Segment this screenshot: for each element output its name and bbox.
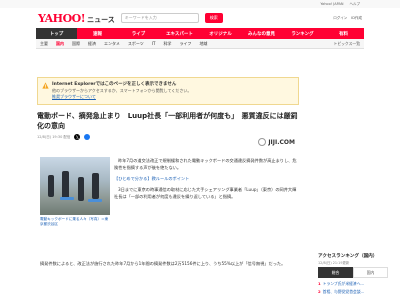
ranking-tab-domestic[interactable]: 国内 (353, 267, 388, 278)
ranking-item[interactable]: 2 首相、与野党党首会談... (318, 289, 388, 294)
ranking-header: アクセスランキング（国内） (318, 253, 388, 259)
facebook-share-icon[interactable] (84, 134, 91, 140)
search-input[interactable]: キーワードを入力 (120, 13, 199, 23)
tab-international[interactable]: 国際 (72, 41, 80, 47)
ranking-number: 2 (318, 289, 321, 294)
logo-subtext: ニュース (87, 15, 115, 24)
article-paragraph-2: 摘発件数によると、改正法が施行された昨年7月から1年間の摘発件数は2万5156件… (40, 261, 286, 266)
nav-item-paid[interactable]: 有料 (323, 28, 364, 39)
ranking-sidebar: アクセスランキング（国内） 12/8(日) 21:19更新 総合 国内 1 トラ… (318, 253, 388, 294)
logo-text: YAHOO! (38, 11, 86, 25)
tab-main[interactable]: 主要 (40, 41, 48, 47)
tab-economy[interactable]: 経済 (88, 41, 96, 47)
ranking-item[interactable]: 1 トランプ氏が米経済へ... (318, 281, 388, 286)
ranking-updated: 12/8(日) 21:19更新 (318, 261, 350, 265)
jiji-logo-icon (258, 138, 267, 146)
tab-entertainment[interactable]: エンタメ (104, 41, 120, 47)
ranking-text: 首相、与野党党首会談... (322, 289, 365, 294)
article-lead: 昨年7月の道交法改正で規制緩和された電動キックボードの交通違反摘発件数が高止まり… (114, 158, 297, 170)
topics-list-link[interactable]: トピックス一覧 (334, 41, 360, 47)
ranking-tabs: 総合 国内 (318, 267, 388, 278)
nav-item-expert[interactable]: エキスパート (159, 28, 200, 39)
search-button[interactable]: 検索 (204, 13, 223, 23)
ranking-number: 1 (318, 281, 321, 286)
warning-icon (42, 82, 49, 89)
login-link[interactable]: ログイン (333, 16, 347, 21)
article: 電動ボード、摘発急止まり Luup社長「一部利用者が何度も」 悪質違反には厳罰化… (37, 112, 299, 146)
tab-life[interactable]: ライフ (179, 41, 191, 47)
tab-it[interactable]: IT (152, 41, 156, 46)
utility-bar: Yahoo! JAPAN ヘルプ (0, 0, 400, 8)
photo-caption[interactable]: 電動キックボードに乗る人々（写真）＝東京都渋谷区 (40, 217, 110, 227)
tab-domestic[interactable]: 国内 (56, 41, 64, 47)
ranking-tab-overall[interactable]: 総合 (318, 267, 353, 278)
utility-link-yahoo[interactable]: Yahoo! JAPAN (320, 2, 343, 6)
article-photo[interactable] (40, 157, 110, 215)
tab-science[interactable]: 科学 (163, 41, 171, 47)
article-date: 12/8(日) 19:30 配信 (37, 134, 71, 139)
nav-item-ranking[interactable]: ランキング (282, 28, 323, 39)
nav-item-top[interactable]: トップ (36, 28, 77, 39)
site-header: YAHOO! ニュース キーワードを入力 検索 ログイン ID作成 (0, 8, 400, 28)
browser-notice: Internet Explorerではこのページを正しく表示できません 他のブラ… (37, 77, 299, 105)
article-paragraph: 3日までに東京の時事通信の取材に応じた大手シェアリング事業者「Luup」（東京）… (114, 187, 297, 199)
nav-item-live[interactable]: ライブ (118, 28, 159, 39)
main-nav: トップ 速報 ライブ エキスパート オリジナル みんなの意見 ランキング 有料 (36, 28, 364, 39)
nav-item-original[interactable]: オリジナル (200, 28, 241, 39)
utility-link-help[interactable]: ヘルプ (350, 2, 361, 7)
article-figure: 電動キックボードに乗る人々（写真）＝東京都渋谷区 (40, 157, 110, 249)
notice-title: Internet Explorerではこのページを正しく表示できません (52, 82, 177, 87)
tab-sports[interactable]: スポーツ (128, 41, 144, 47)
site-logo[interactable]: YAHOO! ニュース (38, 12, 115, 25)
related-point-link[interactable]: 【ひとめで分かる】教ルールのポイント (114, 175, 297, 182)
ranking-title: アクセスランキング（国内） (318, 254, 378, 259)
header-links: ログイン ID作成 (333, 16, 362, 21)
article-body: 昨年7月の道交法改正で規制緩和された電動キックボードの交通違反摘発件数が高止まり… (114, 157, 297, 200)
recommended-browser-link[interactable]: 推奨ブラウザーについて (52, 94, 292, 100)
ranking-text: トランプ氏が米経済へ... (322, 281, 365, 286)
source-name: JIJI.COM (268, 138, 295, 146)
category-nav: 主要 国内 国際 経済 エンタメ スポーツ IT 科学 ライフ 地域 トピックス… (36, 39, 364, 49)
article-headline: 電動ボード、摘発急止まり Luup社長「一部利用者が何度も」 悪質違反には厳罰化… (37, 112, 298, 130)
tab-region[interactable]: 地域 (199, 41, 207, 47)
signup-link[interactable]: ID作成 (351, 16, 362, 21)
nav-item-breaking[interactable]: 速報 (77, 28, 118, 39)
x-share-icon[interactable]: 𝕏 (74, 134, 81, 140)
source-logo[interactable]: JIJI.COM (258, 138, 295, 146)
nav-item-opinion[interactable]: みんなの意見 (241, 28, 282, 39)
